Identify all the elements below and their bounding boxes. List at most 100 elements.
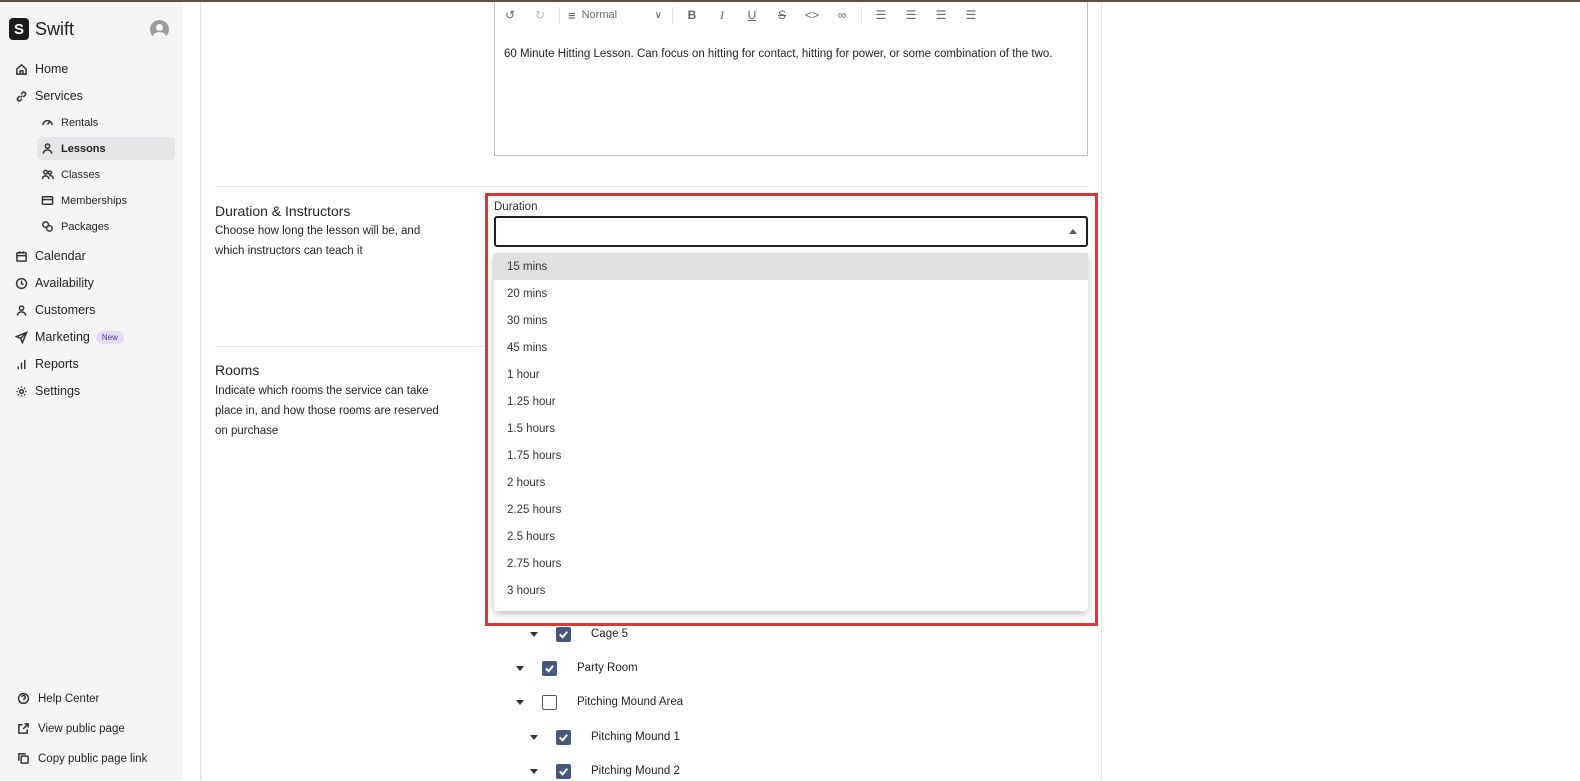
align-right-icon[interactable]: ☰ <box>926 8 956 22</box>
align-center-icon[interactable]: ☰ <box>896 8 926 22</box>
main-left-border <box>200 2 201 780</box>
sub-item-label: Memberships <box>61 194 128 207</box>
calendar-icon <box>14 249 28 263</box>
nav-home[interactable]: Home <box>14 59 68 79</box>
room-checkbox[interactable] <box>556 763 571 779</box>
nav-calendar-label: Calendar <box>35 249 86 263</box>
coins-icon <box>41 220 54 233</box>
rooms-section-description: Indicate which rooms the service can tak… <box>215 385 439 437</box>
copy-public-page-label: Copy public page link <box>38 752 148 765</box>
chevron-down-icon: ∨ <box>654 9 662 21</box>
caret-down-icon[interactable] <box>530 734 538 740</box>
room-pitching-mound-2[interactable]: Pitching Mound 2 <box>530 761 680 781</box>
send-icon <box>14 330 28 344</box>
strikethrough-icon[interactable]: S <box>767 8 797 22</box>
nav-marketing[interactable]: Marketing New <box>14 327 124 347</box>
undo-icon[interactable]: ↺ <box>495 8 525 22</box>
room-label: Party Room <box>577 662 638 674</box>
room-label: Pitching Mound Area <box>577 696 684 708</box>
view-public-page-label: View public page <box>38 722 125 735</box>
nav-availability[interactable]: Availability <box>14 273 94 293</box>
nav-home-label: Home <box>35 62 69 76</box>
brand[interactable]: S Swift <box>9 18 74 40</box>
card-icon <box>41 194 54 207</box>
section-divider <box>215 346 485 347</box>
room-checkbox[interactable] <box>542 660 557 676</box>
nav-services-label: Services <box>35 89 83 103</box>
room-pitching-mound-1[interactable]: Pitching Mound 1 <box>530 727 680 747</box>
copy-public-page-link[interactable]: Copy public page link <box>17 752 147 765</box>
rooms-section-title: Rooms <box>215 362 260 378</box>
sub-item-packages[interactable]: Packages <box>37 215 175 238</box>
sub-item-label: Rentals <box>61 116 99 129</box>
view-public-page-link[interactable]: View public page <box>17 722 125 735</box>
toolbar-divider <box>861 7 862 23</box>
help-center-label: Help Center <box>38 692 100 705</box>
clock-icon <box>14 276 28 290</box>
align-justify-icon[interactable]: ☰ <box>956 8 986 22</box>
nav-services[interactable]: Services <box>14 86 83 106</box>
people-icon <box>41 168 54 181</box>
toolbar-divider <box>559 7 560 23</box>
sub-item-label: Lessons <box>61 142 106 155</box>
duration-section-description: Choose how long the lesson will be, and … <box>215 225 421 257</box>
text-style-select[interactable]: ≡ Normal ∨ <box>564 8 668 23</box>
duration-section-title: Duration & Instructors <box>215 203 351 219</box>
room-label: Cage 5 <box>591 628 629 640</box>
code-icon[interactable]: <> <box>797 8 827 22</box>
gauge-icon <box>41 116 54 129</box>
link-icon <box>14 89 28 103</box>
redo-icon[interactable]: ↻ <box>525 8 555 22</box>
editor-toolbar: ↺ ↻ ≡ Normal ∨ B I U S <> ∞ ☰ ☰ ☰ ☰ <box>495 2 1087 28</box>
caret-down-icon[interactable] <box>516 699 524 705</box>
nav-marketing-label: Marketing <box>35 330 90 344</box>
nav-calendar[interactable]: Calendar <box>14 246 86 266</box>
link-icon[interactable]: ∞ <box>827 8 857 22</box>
caret-down-icon[interactable] <box>516 665 524 671</box>
section-divider <box>215 186 1088 187</box>
home-icon <box>14 62 28 76</box>
room-label: Pitching Mound 1 <box>591 731 680 743</box>
sub-item-memberships[interactable]: Memberships <box>37 189 175 212</box>
help-circle-icon <box>17 692 30 705</box>
text-style-value: Normal <box>581 9 618 21</box>
new-badge: New <box>95 330 124 344</box>
room-checkbox[interactable] <box>556 729 571 745</box>
app-name: Swift <box>35 18 75 39</box>
room-label: Pitching Mound 2 <box>591 765 680 777</box>
room-checkbox[interactable] <box>556 626 571 642</box>
italic-icon[interactable]: I <box>707 8 737 23</box>
caret-down-icon[interactable] <box>530 631 538 637</box>
nav-settings[interactable]: Settings <box>14 381 80 401</box>
room-checkbox[interactable] <box>542 694 557 710</box>
toolbar-divider <box>672 7 673 23</box>
room-cage-5[interactable]: Cage 5 <box>530 624 628 644</box>
help-center-link[interactable]: Help Center <box>17 692 99 705</box>
nav-reports[interactable]: Reports <box>14 354 79 374</box>
sub-item-classes[interactable]: Classes <box>37 163 175 186</box>
external-link-icon <box>17 722 30 735</box>
underline-icon[interactable]: U <box>737 8 767 22</box>
nav-settings-label: Settings <box>35 384 81 398</box>
nav-availability-label: Availability <box>35 276 94 290</box>
align-left-icon[interactable]: ☰ <box>866 8 896 22</box>
caret-down-icon[interactable] <box>530 768 538 774</box>
description-editor[interactable]: ↺ ↻ ≡ Normal ∨ B I U S <> ∞ ☰ ☰ ☰ ☰ 60 M… <box>494 2 1088 156</box>
sub-item-label: Classes <box>61 168 101 181</box>
editor-content[interactable]: 60 Minute Hitting Lesson. Can focus on h… <box>504 46 1079 62</box>
nav-customers[interactable]: Customers <box>14 300 95 320</box>
sub-item-label: Packages <box>61 220 110 233</box>
nav-reports-label: Reports <box>35 357 79 371</box>
room-party-room[interactable]: Party Room <box>516 658 638 678</box>
sidebar: S Swift Home Services Rentals Lessons Cl… <box>0 2 183 780</box>
swift-logo-icon: S <box>9 18 29 40</box>
bar-chart-icon <box>14 357 28 371</box>
bold-icon[interactable]: B <box>677 8 707 22</box>
nav-customers-label: Customers <box>35 303 96 317</box>
copy-icon <box>17 752 30 765</box>
sub-item-rentals[interactable]: Rentals <box>37 111 175 134</box>
room-pitching-mound-area[interactable]: Pitching Mound Area <box>516 692 683 712</box>
sub-item-lessons[interactable]: Lessons <box>37 137 175 160</box>
person-icon <box>14 303 28 317</box>
account-avatar-icon[interactable] <box>150 20 169 39</box>
